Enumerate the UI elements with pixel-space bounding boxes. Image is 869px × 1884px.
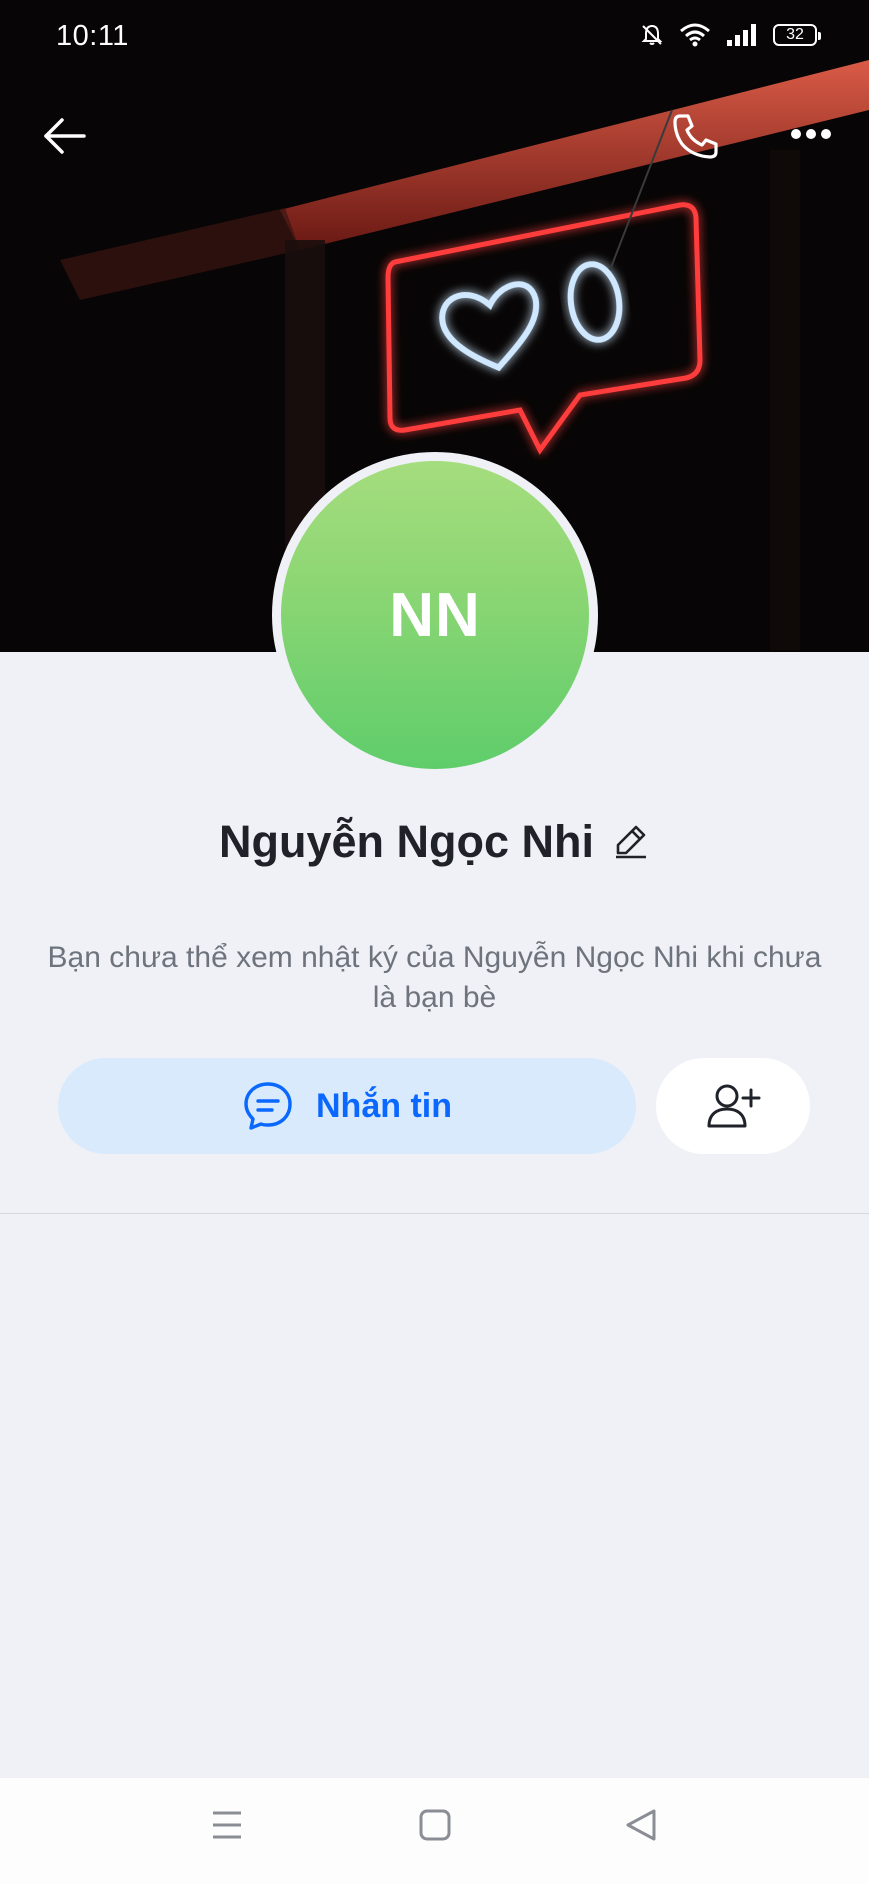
more-button[interactable] — [788, 120, 834, 153]
more-icon — [791, 129, 831, 139]
nav-back-button[interactable] — [624, 1808, 658, 1847]
privacy-note: Bạn chưa thể xem nhật ký của Nguyễn Ngọc… — [47, 941, 822, 1014]
status-bar: 10:11 32 — [0, 0, 869, 78]
back-icon — [626, 1809, 656, 1841]
avatar-initials: NN — [389, 580, 481, 650]
battery-icon: 32 — [773, 24, 821, 46]
chat-icon — [244, 1082, 292, 1130]
call-button[interactable] — [670, 110, 722, 167]
nav-menu-button[interactable] — [210, 1808, 244, 1847]
add-friend-icon — [707, 1084, 761, 1128]
edit-name-button[interactable] — [612, 821, 650, 864]
profile-name: Nguyễn Ngọc Nhi — [218, 816, 594, 867]
phone-icon — [673, 114, 718, 159]
system-nav-bar — [0, 1778, 869, 1884]
signal-icon — [727, 24, 756, 46]
home-icon — [419, 1809, 451, 1841]
pencil-icon — [616, 825, 646, 858]
section-divider — [0, 1213, 869, 1214]
back-arrow-icon — [44, 118, 86, 154]
avatar[interactable]: NN — [281, 461, 589, 769]
status-time: 10:11 — [56, 20, 129, 52]
message-button[interactable]: Nhắn tin — [58, 1058, 636, 1154]
status-icons: 32 — [639, 22, 821, 48]
avatar-ring[interactable]: NN — [272, 452, 598, 778]
back-button[interactable] — [40, 112, 88, 165]
message-button-label: Nhắn tin — [316, 1086, 452, 1125]
wifi-icon — [680, 23, 710, 47]
profile-name-row: Nguyễn Ngọc Nhi — [0, 816, 869, 868]
nav-home-button[interactable] — [418, 1808, 452, 1847]
add-friend-button[interactable] — [656, 1058, 810, 1154]
menu-icon — [213, 1811, 241, 1839]
mute-bell-icon — [641, 24, 663, 45]
